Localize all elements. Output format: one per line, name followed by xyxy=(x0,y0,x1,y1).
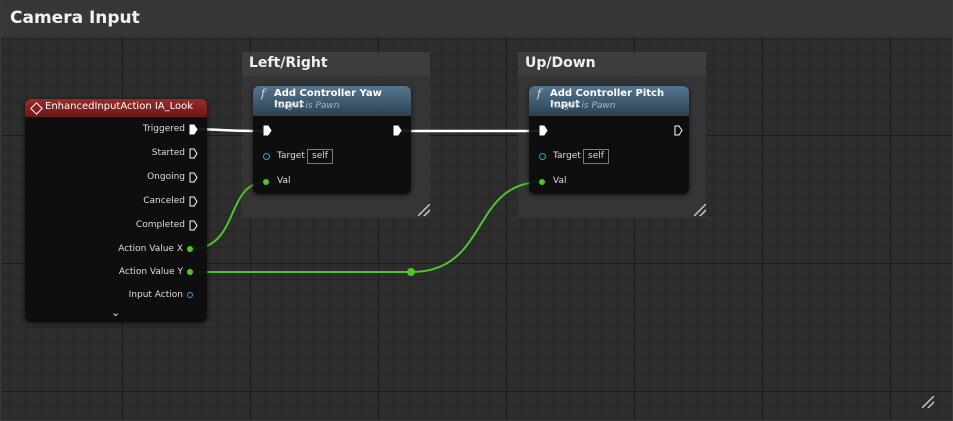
pin-label-canceled: Canceled xyxy=(143,196,185,206)
pin-label-action-value-x: Action Value X xyxy=(118,244,183,254)
event-node-title: EnhancedInputAction IA_Look xyxy=(45,101,194,112)
target-self-field[interactable]: self xyxy=(307,149,333,164)
function-f-icon: f xyxy=(537,87,542,100)
reroute-knot[interactable] xyxy=(407,268,415,276)
pin-label-triggered: Triggered xyxy=(142,124,185,134)
object-pin-input-action-icon[interactable] xyxy=(187,292,193,298)
pin-label-completed: Completed xyxy=(135,220,185,230)
exec-pin-started-icon[interactable] xyxy=(189,148,198,159)
exec-pin-in-icon[interactable] xyxy=(539,125,548,136)
exec-pin-triggered-icon[interactable] xyxy=(189,124,198,135)
object-pin-target-icon[interactable] xyxy=(539,153,546,160)
function-node-subtitle: Target is Pawn xyxy=(274,101,340,111)
function-node-add-controller-pitch-input[interactable]: f Add Controller Pitch Input Target is P… xyxy=(529,86,689,194)
pin-label-action-value-y: Action Value Y xyxy=(118,267,183,277)
float-pin-val-icon[interactable] xyxy=(263,179,269,185)
function-f-icon: f xyxy=(261,87,266,100)
pin-label-val: Val xyxy=(553,176,567,186)
event-node-ia-look[interactable]: EnhancedInputAction IA_Look Triggered St… xyxy=(25,99,207,322)
exec-pin-in-icon[interactable] xyxy=(263,125,272,136)
object-pin-target-icon[interactable] xyxy=(263,153,270,160)
function-node-header[interactable]: f Add Controller Pitch Input Target is P… xyxy=(529,86,689,116)
exec-pin-out-icon[interactable] xyxy=(674,125,683,136)
float-pin-action-value-y-icon[interactable] xyxy=(187,269,193,275)
exec-pin-ongoing-icon[interactable] xyxy=(189,172,198,183)
chevron-down-icon[interactable]: ⌄ xyxy=(111,306,120,319)
exec-pin-out-icon[interactable] xyxy=(393,125,402,136)
exec-pin-completed-icon[interactable] xyxy=(189,220,198,231)
float-pin-val-icon[interactable] xyxy=(539,179,545,185)
event-node-header[interactable]: EnhancedInputAction IA_Look xyxy=(25,99,207,117)
exec-pin-canceled-icon[interactable] xyxy=(189,196,198,207)
target-self-field[interactable]: self xyxy=(583,149,609,164)
function-node-subtitle: Target is Pawn xyxy=(550,101,616,111)
pin-label-ongoing: Ongoing xyxy=(147,172,185,182)
float-pin-action-value-x-icon[interactable] xyxy=(187,246,193,252)
pin-label-input-action: Input Action xyxy=(128,290,183,300)
function-node-header[interactable]: f Add Controller Yaw Input Target is Paw… xyxy=(253,86,411,116)
enhanced-input-diamond-icon xyxy=(30,102,43,115)
pin-label-val: Val xyxy=(277,176,291,186)
float-wire-y[interactable] xyxy=(191,181,543,273)
function-node-add-controller-yaw-input[interactable]: f Add Controller Yaw Input Target is Paw… xyxy=(253,86,411,194)
pin-label-started: Started xyxy=(151,148,185,158)
pin-label-target: Target xyxy=(553,151,581,161)
pin-label-target: Target xyxy=(277,151,305,161)
